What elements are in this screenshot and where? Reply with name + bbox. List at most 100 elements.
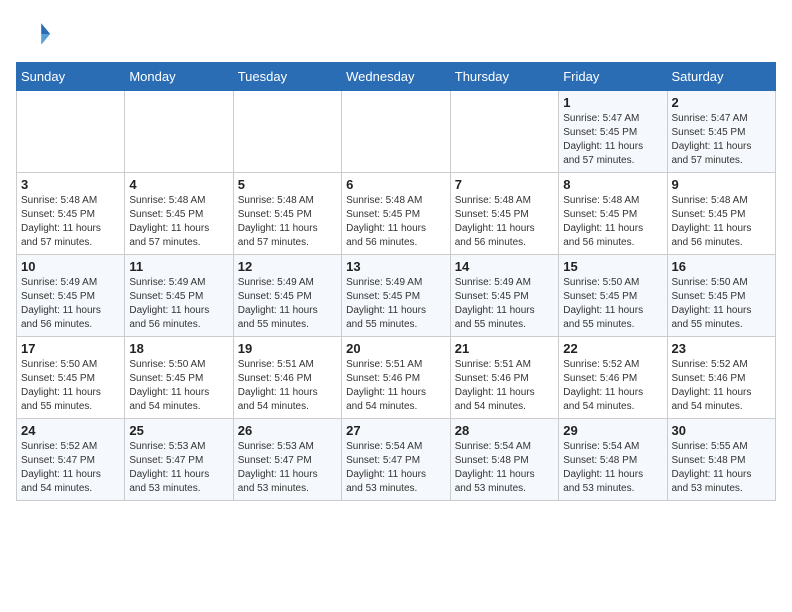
calendar-cell: 15 Sunrise: 5:50 AM Sunset: 5:45 PM Dayli… [559,255,667,337]
calendar-cell: 19 Sunrise: 5:51 AM Sunset: 5:46 PM Dayli… [233,337,341,419]
day-info: Sunrise: 5:54 AM Sunset: 5:47 PM Dayligh… [346,440,446,496]
calendar-cell: 2Sunrise: 5:47 AM Sunset: 5:45 PM Daylig… [667,91,776,173]
day-info: Sunrise: 5:50 AM Sunset: 5:45 PM Dayligh… [129,358,228,414]
day-info: Sunrise: 5:50 AM Sunset: 5:45 PM Dayligh… [672,276,772,332]
day-number: 24 [21,423,120,438]
calendar-cell [450,91,558,173]
day-info: Sunrise: 5:50 AM Sunset: 5:45 PM Dayligh… [563,276,662,332]
day-number: 19 [238,341,337,356]
day-info: Sunrise: 5:52 AM Sunset: 5:46 PM Dayligh… [563,358,662,414]
weekday-header-sunday: Sunday [17,63,125,91]
calendar-cell: 14 Sunrise: 5:49 AM Sunset: 5:45 PM Dayli… [450,255,558,337]
day-number: 13 [346,259,446,274]
day-info: Sunrise: 5:48 AM Sunset: 5:45 PM Dayligh… [672,194,772,250]
calendar-cell: 4 Sunrise: 5:48 AM Sunset: 5:45 PM Daylig… [125,173,233,255]
calendar-cell: 21 Sunrise: 5:51 AM Sunset: 5:46 PM Dayli… [450,337,558,419]
calendar-cell: 25Sunrise: 5:53 AM Sunset: 5:47 PM Dayli… [125,419,233,501]
day-info: Sunrise: 5:53 AM Sunset: 5:47 PM Dayligh… [238,440,337,496]
day-number: 20 [346,341,446,356]
day-info: Sunrise: 5:49 AM Sunset: 5:45 PM Dayligh… [346,276,446,332]
day-info: Sunrise: 5:48 AM Sunset: 5:45 PM Dayligh… [238,194,337,250]
day-info: Sunrise: 5:50 AM Sunset: 5:45 PM Dayligh… [21,358,120,414]
day-info: Sunrise: 5:52 AM Sunset: 5:46 PM Dayligh… [672,358,772,414]
calendar-cell: 28 Sunrise: 5:54 AM Sunset: 5:48 PM Dayli… [450,419,558,501]
day-info: Sunrise: 5:48 AM Sunset: 5:45 PM Dayligh… [129,194,228,250]
calendar-week-1: 1 Sunrise: 5:47 AM Sunset: 5:45 PM Daylig… [17,91,776,173]
calendar-cell: 12 Sunrise: 5:49 AM Sunset: 5:45 PM Dayli… [233,255,341,337]
calendar-table: SundayMondayTuesdayWednesdayThursdayFrid… [16,62,776,501]
calendar-week-3: 10 Sunrise: 5:49 AM Sunset: 5:45 PM Dayli… [17,255,776,337]
calendar-cell: 6Sunrise: 5:48 AM Sunset: 5:45 PM Daylig… [342,173,451,255]
calendar-cell: 13 Sunrise: 5:49 AM Sunset: 5:45 PM Dayli… [342,255,451,337]
day-number: 21 [455,341,554,356]
day-number: 23 [672,341,772,356]
calendar-cell [342,91,451,173]
day-number: 4 [129,177,228,192]
calendar-cell: 22 Sunrise: 5:52 AM Sunset: 5:46 PM Dayli… [559,337,667,419]
calendar-cell: 30Sunrise: 5:55 AM Sunset: 5:48 PM Dayli… [667,419,776,501]
day-info: Sunrise: 5:51 AM Sunset: 5:46 PM Dayligh… [238,358,337,414]
day-info: Sunrise: 5:55 AM Sunset: 5:48 PM Dayligh… [672,440,772,496]
weekday-header-row: SundayMondayTuesdayWednesdayThursdayFrid… [17,63,776,91]
calendar-cell: 9 Sunrise: 5:48 AM Sunset: 5:45 PM Daylig… [667,173,776,255]
weekday-header-tuesday: Tuesday [233,63,341,91]
day-number: 3 [21,177,120,192]
day-info: Sunrise: 5:54 AM Sunset: 5:48 PM Dayligh… [455,440,554,496]
day-number: 8 [563,177,662,192]
day-number: 11 [129,259,228,274]
calendar-cell [233,91,341,173]
calendar-cell: 27 Sunrise: 5:54 AM Sunset: 5:47 PM Dayli… [342,419,451,501]
calendar-cell: 17 Sunrise: 5:50 AM Sunset: 5:45 PM Dayli… [17,337,125,419]
day-number: 12 [238,259,337,274]
day-number: 14 [455,259,554,274]
day-number: 9 [672,177,772,192]
calendar-cell: 23 Sunrise: 5:52 AM Sunset: 5:46 PM Dayli… [667,337,776,419]
day-number: 27 [346,423,446,438]
weekday-header-wednesday: Wednesday [342,63,451,91]
day-number: 7 [455,177,554,192]
weekday-header-monday: Monday [125,63,233,91]
day-number: 15 [563,259,662,274]
calendar-cell: 1 Sunrise: 5:47 AM Sunset: 5:45 PM Daylig… [559,91,667,173]
logo [16,16,56,52]
day-number: 26 [238,423,337,438]
day-number: 18 [129,341,228,356]
day-number: 25 [129,423,228,438]
calendar-cell: 26 Sunrise: 5:53 AM Sunset: 5:47 PM Dayli… [233,419,341,501]
day-number: 10 [21,259,120,274]
day-info: Sunrise: 5:48 AM Sunset: 5:45 PM Dayligh… [21,194,120,250]
day-info: Sunrise: 5:52 AM Sunset: 5:47 PM Dayligh… [21,440,120,496]
calendar-cell [17,91,125,173]
calendar-cell: 8 Sunrise: 5:48 AM Sunset: 5:45 PM Daylig… [559,173,667,255]
day-info: Sunrise: 5:48 AM Sunset: 5:45 PM Dayligh… [563,194,662,250]
weekday-header-saturday: Saturday [667,63,776,91]
day-number: 17 [21,341,120,356]
day-info: Sunrise: 5:51 AM Sunset: 5:46 PM Dayligh… [346,358,446,414]
calendar-cell [125,91,233,173]
calendar-week-2: 3 Sunrise: 5:48 AM Sunset: 5:45 PM Daylig… [17,173,776,255]
day-info: Sunrise: 5:54 AM Sunset: 5:48 PM Dayligh… [563,440,662,496]
calendar-cell: 3 Sunrise: 5:48 AM Sunset: 5:45 PM Daylig… [17,173,125,255]
day-info: Sunrise: 5:49 AM Sunset: 5:45 PM Dayligh… [21,276,120,332]
page-header [16,16,776,52]
day-info: Sunrise: 5:48 AM Sunset: 5:45 PM Dayligh… [455,194,554,250]
calendar-cell: 16 Sunrise: 5:50 AM Sunset: 5:45 PM Dayli… [667,255,776,337]
calendar-week-4: 17 Sunrise: 5:50 AM Sunset: 5:45 PM Dayli… [17,337,776,419]
day-info: Sunrise: 5:51 AM Sunset: 5:46 PM Dayligh… [455,358,554,414]
day-number: 22 [563,341,662,356]
calendar-cell: 29Sunrise: 5:54 AM Sunset: 5:48 PM Dayli… [559,419,667,501]
calendar-week-5: 24 Sunrise: 5:52 AM Sunset: 5:47 PM Dayli… [17,419,776,501]
calendar-cell: 7 Sunrise: 5:48 AM Sunset: 5:45 PM Daylig… [450,173,558,255]
calendar-cell: 11Sunrise: 5:49 AM Sunset: 5:45 PM Dayli… [125,255,233,337]
logo-icon [16,16,52,52]
calendar-cell: 20 Sunrise: 5:51 AM Sunset: 5:46 PM Dayli… [342,337,451,419]
day-number: 16 [672,259,772,274]
day-number: 2 [672,95,772,110]
day-number: 28 [455,423,554,438]
day-info: Sunrise: 5:49 AM Sunset: 5:45 PM Dayligh… [238,276,337,332]
day-number: 1 [563,95,662,110]
day-info: Sunrise: 5:47 AM Sunset: 5:45 PM Dayligh… [563,112,662,168]
day-info: Sunrise: 5:49 AM Sunset: 5:45 PM Dayligh… [455,276,554,332]
day-info: Sunrise: 5:48 AM Sunset: 5:45 PM Dayligh… [346,194,446,250]
weekday-header-friday: Friday [559,63,667,91]
